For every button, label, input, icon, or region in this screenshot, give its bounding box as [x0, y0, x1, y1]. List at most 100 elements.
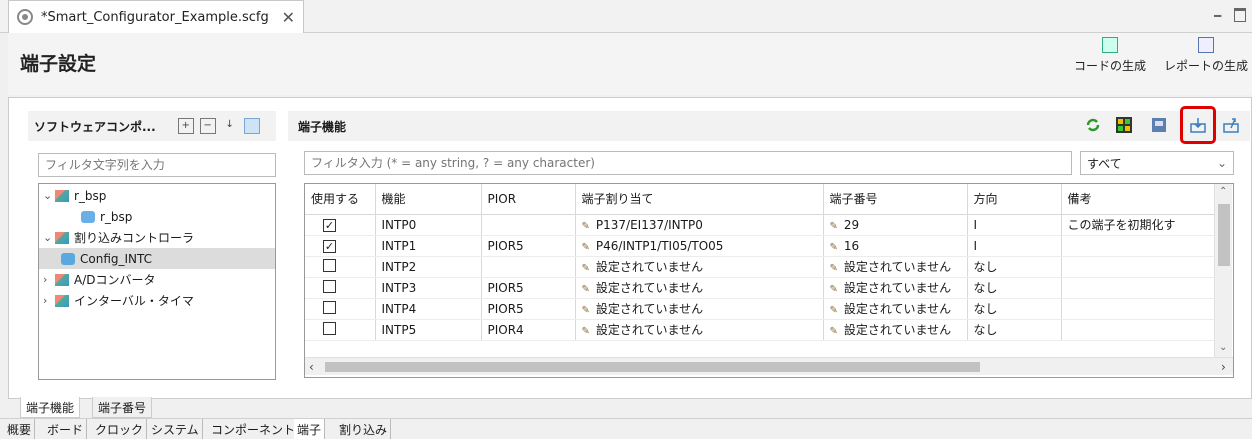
assign-cell[interactable]: ✎ 設定されていません [575, 256, 824, 278]
direction-cell[interactable]: I [967, 235, 1062, 257]
use-checkbox-cell[interactable] [305, 319, 376, 341]
table-row[interactable]: ✓ INTP0 ✎ P137/EI137/INTP0 ✎ 29 I この端子を初期化す [305, 214, 1216, 236]
scroll-thumb[interactable] [325, 362, 980, 372]
pior-cell[interactable]: PIOR4 [481, 319, 576, 341]
table-row[interactable]: INTP5 PIOR4 ✎ 設定されていません ✎ 設定されていません なし [305, 319, 1216, 341]
column-header[interactable]: 端子割り当て [575, 184, 824, 215]
table-row[interactable]: ✓ INTP1 PIOR5 ✎ P46/INTP1/TI05/TO05 ✎ 16 I [305, 235, 1216, 257]
use-checkbox-cell[interactable] [305, 298, 376, 320]
direction-cell[interactable]: なし [967, 319, 1062, 341]
filter-dropdown[interactable]: すべて ⌄ [1080, 151, 1234, 175]
note-cell[interactable]: この端子を初期化す [1061, 214, 1216, 236]
use-checkbox-cell[interactable] [305, 277, 376, 299]
page-tab-pin[interactable]: 端子 [294, 419, 326, 439]
use-checkbox[interactable] [323, 321, 336, 335]
use-checkbox[interactable] [323, 300, 336, 314]
minimize-button[interactable]: ━ [1214, 10, 1226, 22]
collapse-all-icon[interactable]: − [199, 118, 216, 134]
grid-icon[interactable] [1115, 116, 1133, 134]
note-cell[interactable] [1061, 235, 1216, 257]
pior-cell[interactable]: PIOR5 [481, 277, 576, 299]
function-cell[interactable]: INTP0 [375, 214, 482, 236]
column-header[interactable]: 使用する [305, 184, 376, 215]
direction-cell[interactable]: I [967, 214, 1062, 236]
scroll-thumb[interactable] [1218, 204, 1230, 266]
scroll-up-icon[interactable]: ⌃ [1219, 186, 1227, 197]
use-checkbox-cell[interactable]: ✓ [305, 235, 376, 257]
column-header[interactable]: 端子番号 [823, 184, 968, 215]
right-filter-input[interactable] [304, 151, 1072, 175]
tree-item-ad-converter[interactable]: › A/Dコンバータ [43, 269, 273, 290]
table-row[interactable]: INTP3 PIOR5 ✎ 設定されていません ✎ 設定されていません なし [305, 277, 1216, 299]
pin-number-cell[interactable]: ✎ 29 [823, 214, 968, 236]
tab-pin-function[interactable]: 端子機能 [20, 397, 81, 418]
pior-cell[interactable] [481, 214, 576, 236]
use-checkbox[interactable]: ✓ [323, 218, 336, 232]
chevron-down-icon[interactable]: ⌄ [43, 231, 55, 244]
pin-number-cell[interactable]: ✎ 設定されていません [823, 277, 968, 299]
expand-all-icon[interactable]: + [177, 118, 194, 134]
tab-pin-number[interactable]: 端子番号 [92, 397, 153, 418]
chevron-right-icon[interactable]: › [43, 273, 55, 286]
import-icon[interactable] [1222, 116, 1240, 134]
editor-tab[interactable]: *Smart_Configurator_Example.scfg ✕ [8, 0, 304, 33]
refresh-icon[interactable] [1084, 116, 1102, 134]
pin-number-cell[interactable]: ✎ 設定されていません [823, 298, 968, 320]
page-tab-overview[interactable]: 概要 [4, 419, 36, 439]
table-row[interactable]: INTP4 PIOR5 ✎ 設定されていません ✎ 設定されていません なし [305, 298, 1216, 320]
use-checkbox-cell[interactable]: ✓ [305, 214, 376, 236]
assign-cell[interactable]: ✎ P137/EI137/INTP0 [575, 214, 824, 236]
chevron-right-icon[interactable]: › [43, 294, 55, 307]
page-tab-system[interactable]: システム [148, 419, 203, 439]
pior-cell[interactable]: PIOR5 [481, 298, 576, 320]
tree-item-config-intc[interactable]: Config_INTC [39, 248, 275, 269]
use-checkbox[interactable] [323, 258, 336, 272]
pior-cell[interactable] [481, 256, 576, 278]
column-header[interactable]: 機能 [375, 184, 482, 215]
table-row[interactable]: INTP2 ✎ 設定されていません ✎ 設定されていません なし [305, 256, 1216, 278]
tree-item-interrupt-controller[interactable]: ⌄ 割り込みコントローラ [43, 227, 273, 248]
note-cell[interactable] [1061, 256, 1216, 278]
tree-item-interval-timer[interactable]: › インターバル・タイマ [43, 290, 273, 311]
function-cell[interactable]: INTP5 [375, 319, 482, 341]
horizontal-scrollbar[interactable]: ‹ › [305, 357, 1233, 375]
use-checkbox[interactable]: ✓ [323, 239, 336, 253]
column-header[interactable]: 備考 [1061, 184, 1216, 215]
assign-cell[interactable]: ✎ 設定されていません [575, 277, 824, 299]
generate-report-button[interactable]: レポートの生成 [1164, 37, 1248, 74]
assign-cell[interactable]: ✎ P46/INTP1/TI05/TO05 [575, 235, 824, 257]
note-cell[interactable] [1061, 277, 1216, 299]
pior-cell[interactable]: PIOR5 [481, 235, 576, 257]
pin-number-cell[interactable]: ✎ 設定されていません [823, 319, 968, 341]
function-cell[interactable]: INTP2 [375, 256, 482, 278]
direction-cell[interactable]: なし [967, 256, 1062, 278]
scroll-down-icon[interactable]: ⌄ [1219, 342, 1227, 353]
page-tab-clock[interactable]: クロック [92, 419, 148, 439]
note-cell[interactable] [1061, 298, 1216, 320]
chevron-down-icon[interactable]: ⌄ [43, 189, 55, 202]
use-checkbox[interactable] [323, 279, 336, 293]
function-cell[interactable]: INTP1 [375, 235, 482, 257]
page-tab-component[interactable]: コンポーネント [208, 419, 300, 439]
close-icon[interactable]: ✕ [274, 8, 303, 27]
maximize-button[interactable] [1234, 8, 1246, 22]
left-filter-input[interactable] [38, 153, 276, 177]
use-checkbox-cell[interactable] [305, 256, 376, 278]
function-cell[interactable]: INTP3 [375, 277, 482, 299]
scroll-right-icon[interactable]: › [1221, 360, 1226, 374]
pin-number-cell[interactable]: ✎ 設定されていません [823, 256, 968, 278]
note-cell[interactable] [1061, 319, 1216, 341]
scroll-left-icon[interactable]: ‹ [309, 360, 314, 374]
pin-number-cell[interactable]: ✎ 16 [823, 235, 968, 257]
column-header[interactable]: 方向 [967, 184, 1062, 215]
page-tab-interrupt[interactable]: 割り込み [336, 419, 392, 439]
column-header[interactable]: PIOR [481, 184, 576, 215]
tree-item-r-bsp[interactable]: ⌄ r_bsp [43, 185, 273, 206]
direction-cell[interactable]: なし [967, 277, 1062, 299]
tree-item-r-bsp-child[interactable]: r_bsp [81, 206, 271, 227]
function-cell[interactable]: INTP4 [375, 298, 482, 320]
assign-cell[interactable]: ✎ 設定されていません [575, 298, 824, 320]
hierarchy-icon[interactable] [243, 118, 260, 134]
board-icon[interactable] [1150, 116, 1168, 134]
assign-cell[interactable]: ✎ 設定されていません [575, 319, 824, 341]
